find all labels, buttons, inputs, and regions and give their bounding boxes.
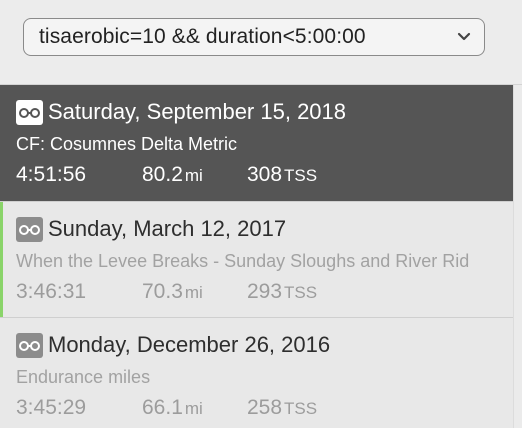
bike-icon: [16, 216, 43, 242]
ride-distance-unit: mi: [184, 166, 203, 185]
ride-title: CF: Cosumnes Delta Metric: [16, 134, 238, 154]
ride-row[interactable]: Sunday, March 12, 2017 When the Levee Br…: [0, 202, 514, 318]
ride-tss-unit: TSS: [284, 166, 318, 185]
ride-duration: 3:45:29: [16, 396, 87, 419]
ride-date-row: Saturday, September 15, 2018: [16, 99, 346, 125]
ride-distance-unit: mi: [184, 283, 203, 302]
ride-tss: 293 TSS: [247, 280, 317, 304]
ride-distance-value: 70.3: [142, 280, 183, 303]
ride-title: When the Levee Breaks - Sunday Sloughs a…: [16, 251, 470, 271]
ride-distance: 80.2 mi: [142, 163, 203, 187]
ride-accent-bar: [0, 85, 3, 201]
ride-title: Endurance miles: [16, 367, 151, 387]
ride-tss-value: 258: [247, 396, 283, 419]
ride-tss-unit: TSS: [284, 283, 318, 302]
ride-tss: 308 TSS: [247, 163, 317, 187]
ride-row[interactable]: Monday, December 26, 2016 Endurance mile…: [0, 318, 514, 428]
ride-list: Saturday, September 15, 2018 CF: Cosumne…: [0, 85, 514, 428]
ride-distance-value: 80.2: [142, 163, 183, 186]
chevron-down-icon[interactable]: [456, 30, 472, 44]
ride-date: Saturday, September 15, 2018: [48, 99, 347, 124]
filter-bar: tisaerobic=10 && duration<5:00:00: [0, 0, 522, 85]
filter-select[interactable]: tisaerobic=10 && duration<5:00:00: [23, 18, 485, 56]
filter-query: tisaerobic=10 && duration<5:00:00: [39, 25, 366, 48]
ride-distance: 70.3 mi: [142, 280, 203, 304]
ride-duration: 4:51:56: [16, 163, 87, 186]
ride-tss-value: 293: [247, 280, 283, 303]
ride-distance: 66.1 mi: [142, 396, 203, 420]
ride-tss-value: 308: [247, 163, 283, 186]
ride-date-row: Monday, December 26, 2016: [16, 332, 330, 358]
bike-icon: [16, 99, 43, 125]
ride-date-row: Sunday, March 12, 2017: [16, 216, 286, 242]
bike-icon: [16, 332, 43, 358]
ride-tss-unit: TSS: [284, 399, 318, 418]
ride-tss: 258 TSS: [247, 396, 317, 420]
ride-distance-value: 66.1: [142, 396, 183, 419]
ride-accent-bar: [0, 318, 3, 428]
ride-date: Sunday, March 12, 2017: [48, 216, 287, 241]
ride-duration: 3:46:31: [16, 280, 87, 303]
ride-row[interactable]: Saturday, September 15, 2018 CF: Cosumne…: [0, 85, 514, 202]
ride-date: Monday, December 26, 2016: [48, 332, 331, 357]
list-scrollbar[interactable]: [513, 85, 522, 428]
ride-accent-bar: [0, 202, 3, 317]
ride-distance-unit: mi: [184, 399, 203, 418]
